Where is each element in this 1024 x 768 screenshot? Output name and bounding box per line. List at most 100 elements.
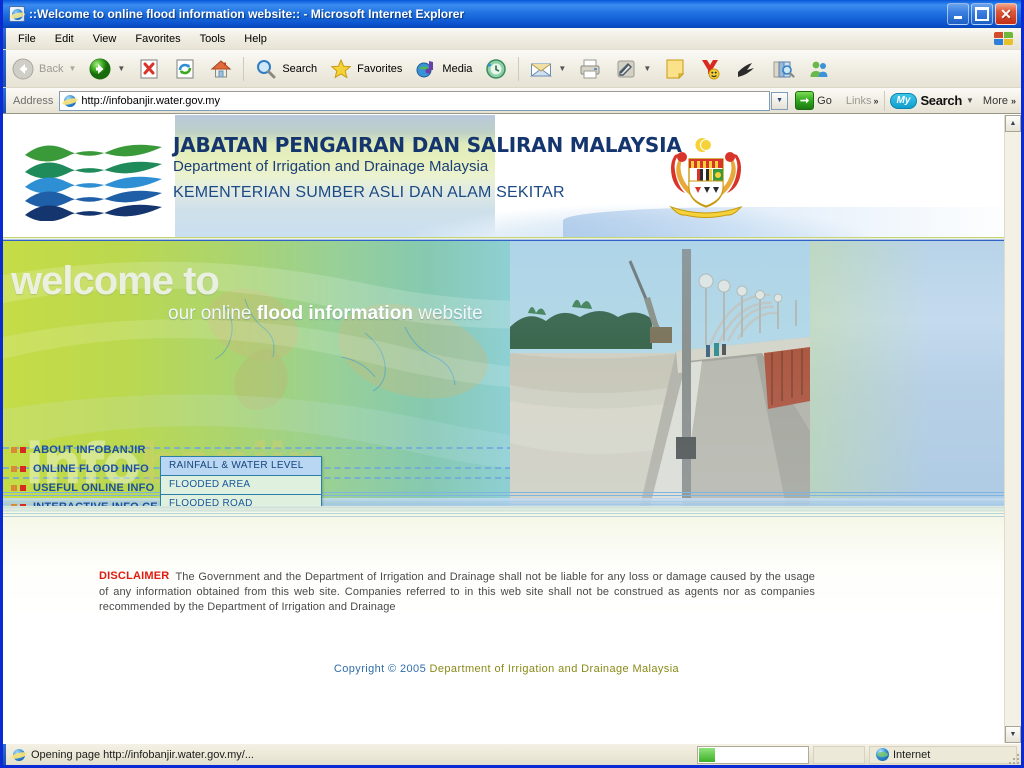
statusbar-left-gripper: [3, 744, 6, 765]
search-icon: [254, 57, 278, 81]
status-message: Opening page http://infobanjir.water.gov…: [31, 748, 254, 761]
search-label: Search: [282, 62, 318, 75]
copyright-text: Copyright © 2005: [333, 663, 430, 675]
lightning-icon: [735, 57, 759, 81]
scrollbar-track[interactable]: [1005, 132, 1021, 726]
media-icon: [414, 57, 438, 81]
links-chevron-icon[interactable]: »: [874, 96, 879, 106]
nav-label: ABOUT INFOBANJIR: [33, 444, 146, 456]
go-button[interactable]: ➞ Go: [792, 90, 838, 112]
menu-edit[interactable]: Edit: [47, 30, 82, 48]
copyright-org[interactable]: Department of Irrigation and Drainage Ma…: [430, 663, 680, 675]
mysearch-label[interactable]: Search: [920, 93, 962, 108]
windows-flag-icon: [993, 31, 1015, 47]
security-zone-label: Internet: [893, 748, 931, 761]
menu-favorites[interactable]: Favorites: [127, 30, 188, 48]
scroll-down-button[interactable]: ▼: [1005, 726, 1021, 743]
address-label: Address: [13, 94, 54, 107]
bullet-icon: [11, 447, 26, 453]
toolbar-left-gripper: [3, 50, 6, 87]
menu-bar: File Edit View Favorites Tools Help: [3, 28, 1021, 50]
mysearch-dropdown-icon[interactable]: ▼: [966, 96, 974, 105]
media-button[interactable]: Media: [408, 53, 478, 85]
media-label: Media: [442, 62, 473, 75]
maximize-button[interactable]: [971, 3, 993, 25]
minimize-button[interactable]: [947, 3, 969, 25]
footer-copyright: Copyright © 2005 Department of Irrigatio…: [3, 663, 1004, 675]
submenu-item-flooded-area[interactable]: FLOODED AREA: [161, 476, 321, 495]
home-button[interactable]: [203, 53, 239, 85]
mysearch-toolbar: My Search ▼ More »: [889, 92, 1019, 109]
status-bar: Opening page http://infobanjir.water.gov…: [3, 743, 1021, 765]
favorites-button[interactable]: Favorites: [323, 53, 408, 85]
browser-window: ::Welcome to online flood information we…: [0, 0, 1024, 768]
welcome-heading: welcome to: [11, 259, 220, 303]
hero-banner: welcome to our online flood information …: [3, 241, 1004, 506]
menubar-left-gripper: [3, 28, 6, 49]
links-label[interactable]: Links: [838, 95, 874, 107]
stop-button[interactable]: [131, 53, 167, 85]
mail-button[interactable]: ▼: [523, 53, 572, 85]
menu-tools[interactable]: Tools: [192, 30, 234, 48]
back-arrow-icon: [11, 57, 35, 81]
messenger-button[interactable]: [801, 53, 837, 85]
web-page: JABATAN PENGAIRAN DAN SALIRAN MALAYSIA D…: [3, 115, 1004, 743]
edit-dropdown-icon[interactable]: ▼: [643, 64, 651, 73]
forward-button[interactable]: ▼: [82, 53, 131, 85]
title-bar: ::Welcome to online flood information we…: [3, 0, 1021, 28]
back-dropdown-icon[interactable]: ▼: [68, 64, 76, 73]
address-dropdown-button[interactable]: ▼: [771, 91, 789, 110]
address-url-text: http://infobanjir.water.gov.my: [81, 94, 220, 107]
print-button[interactable]: [572, 53, 608, 85]
resize-grip[interactable]: [1007, 752, 1019, 764]
history-button[interactable]: [478, 53, 514, 85]
window-controls: ✕: [947, 3, 1017, 25]
refresh-button[interactable]: [167, 53, 203, 85]
submenu-item-rainfall-water-level[interactable]: RAINFALL & WATER LEVEL: [161, 457, 321, 476]
header-wave-decor-2: [563, 207, 1004, 237]
messenger-icon: [807, 57, 831, 81]
toolbar-separator: [243, 56, 245, 81]
stop-icon: [137, 57, 161, 81]
more-label[interactable]: More: [983, 95, 1008, 107]
print-icon: [578, 57, 602, 81]
welcome-sub-pre: our online: [168, 303, 257, 324]
bullet-icon: [11, 466, 26, 472]
close-button[interactable]: ✕: [995, 3, 1017, 25]
status-spacer-pane: [813, 745, 865, 764]
yahoo-button[interactable]: [693, 53, 729, 85]
banner-right-strip: [810, 241, 1004, 506]
internet-zone-globe-icon: [876, 748, 889, 761]
lightning-button[interactable]: [729, 53, 765, 85]
window-title: ::Welcome to online flood information we…: [29, 7, 465, 21]
search-button[interactable]: Search: [248, 53, 323, 85]
bullet-icon: [11, 504, 26, 506]
research-button[interactable]: [765, 53, 801, 85]
home-icon: [209, 57, 233, 81]
mysearch-badge: My: [889, 92, 918, 109]
forward-arrow-icon: [88, 57, 112, 81]
vertical-scrollbar[interactable]: ▲ ▼: [1004, 115, 1021, 743]
menu-file[interactable]: File: [10, 30, 44, 48]
favorites-star-icon: [329, 57, 353, 81]
security-zone-pane[interactable]: Internet: [869, 745, 1017, 764]
welcome-sub-post: website: [412, 303, 483, 324]
mail-dropdown-icon[interactable]: ▼: [558, 64, 566, 73]
forward-dropdown-icon[interactable]: ▼: [117, 64, 125, 73]
browser-toolbar: Back ▼ ▼ Search Favorites Media ▼ ▼: [3, 50, 1021, 88]
scroll-up-button[interactable]: ▲: [1005, 115, 1021, 132]
edit-button[interactable]: ▼: [608, 53, 657, 85]
more-chevron-icon[interactable]: »: [1011, 96, 1016, 106]
menu-view[interactable]: View: [85, 30, 125, 48]
submenu-item-flooded-road[interactable]: FLOODED ROAD: [161, 495, 321, 506]
back-button[interactable]: Back ▼: [5, 53, 82, 85]
toolbar-separator-2: [518, 56, 520, 81]
menu-help[interactable]: Help: [236, 30, 275, 48]
addressbar-left-gripper: [3, 88, 6, 113]
refresh-icon: [173, 57, 197, 81]
go-label: Go: [817, 94, 832, 107]
bullet-icon: [11, 485, 26, 491]
online-flood-info-submenu: RAINFALL & WATER LEVEL FLOODED AREA FLOO…: [160, 456, 322, 506]
notes-button[interactable]: [657, 53, 693, 85]
address-input[interactable]: http://infobanjir.water.gov.my: [59, 90, 771, 111]
